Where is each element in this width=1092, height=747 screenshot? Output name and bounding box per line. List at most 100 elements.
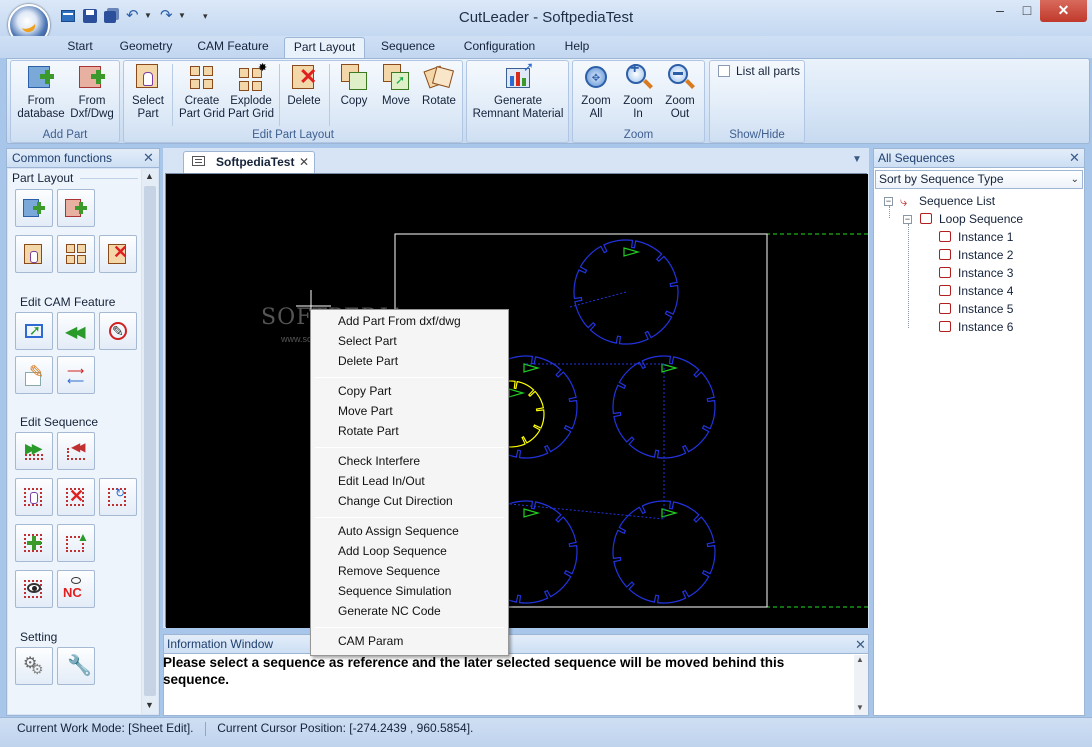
explode-part-grid-button[interactable]: ✸ Explode Part Grid xyxy=(227,62,275,121)
delete-button[interactable]: ✕ Delete xyxy=(283,62,325,108)
section-setting: Setting xyxy=(20,630,58,644)
gears-icon: ⚙ ⚙ xyxy=(23,655,44,677)
tree-instance-6[interactable]: Instance 6 xyxy=(958,318,1013,336)
information-window-close-icon[interactable]: ✕ xyxy=(855,637,866,653)
drawing-canvas[interactable]: SOFTPEDIA www.softpedia.com xyxy=(165,173,868,628)
tree-collapse-icon[interactable]: − xyxy=(884,197,893,206)
tree-instance-4[interactable]: Instance 4 xyxy=(958,282,1013,300)
rewind-cut-tool[interactable]: ◀◀ xyxy=(57,312,95,350)
tab-part-layout[interactable]: Part Layout xyxy=(284,37,365,59)
sequence-simulation-tool[interactable] xyxy=(15,570,53,608)
edit-lead-tool[interactable]: ➚ xyxy=(15,312,53,350)
maximize-button[interactable]: □ xyxy=(1013,0,1041,22)
rotate-button[interactable]: Rotate xyxy=(417,62,461,108)
from-dxf-label-2: Dxf/Dwg xyxy=(70,108,114,120)
scroll-down-icon[interactable]: ▼ xyxy=(145,700,154,710)
delete-part-icon: ✕ xyxy=(107,243,129,265)
menu-sequence-simulation[interactable]: Sequence Simulation xyxy=(338,581,451,601)
tree-instance-2[interactable]: Instance 2 xyxy=(958,246,1013,264)
delete-sequence-tool[interactable]: ✕ xyxy=(57,478,95,516)
copy-label: Copy xyxy=(340,95,368,107)
group-label-add-part: Add Part xyxy=(42,129,88,141)
add-part-database-tool[interactable] xyxy=(15,189,53,227)
sort-sequence-select[interactable]: Sort by Sequence Type ⌄ xyxy=(875,170,1083,189)
close-button[interactable]: ✕ xyxy=(1040,0,1087,22)
edit-cam-param-tool[interactable]: ✎ xyxy=(15,356,53,394)
minimize-button[interactable]: – xyxy=(986,0,1014,22)
tools-setting-tool[interactable]: 🔧 xyxy=(57,647,95,685)
tab-geometry[interactable]: Geometry xyxy=(111,37,181,58)
part-grid-icon xyxy=(65,243,87,265)
tab-help[interactable]: Help xyxy=(556,37,598,58)
menu-separator xyxy=(315,377,504,378)
delete-part-icon: ✕ xyxy=(289,62,319,92)
reorder-sequence-tool[interactable]: ↻ xyxy=(99,478,137,516)
document-tab[interactable]: SoftpediaTest ✕ xyxy=(183,151,315,173)
tree-instance-3[interactable]: Instance 3 xyxy=(958,264,1013,282)
list-all-parts-checkbox[interactable] xyxy=(718,65,730,77)
move-button[interactable]: ➚ Move xyxy=(375,62,417,108)
tree-instance-5[interactable]: Instance 5 xyxy=(958,300,1013,318)
instance-icon xyxy=(939,285,951,296)
scrollbar-thumb[interactable] xyxy=(144,186,156,696)
menu-select-part[interactable]: Select Part xyxy=(338,331,397,351)
tree-loop-sequence[interactable]: Loop Sequence xyxy=(939,210,1023,228)
menu-auto-assign-sequence[interactable]: Auto Assign Sequence xyxy=(338,521,459,541)
simulation-eye-icon xyxy=(23,578,45,600)
document-tab-close-icon[interactable]: ✕ xyxy=(299,155,309,169)
generate-remnant-material-button[interactable]: ➚ Generate Remnant Material xyxy=(468,60,568,121)
menu-generate-nc-code[interactable]: Generate NC Code xyxy=(338,601,441,621)
select-part-button[interactable]: Select Part xyxy=(126,62,170,121)
zoom-all-button[interactable]: ✥ Zoom All xyxy=(575,62,617,121)
tree-collapse-icon[interactable]: − xyxy=(903,215,912,224)
select-sequence-tool[interactable] xyxy=(15,478,53,516)
lead-in-out-icon: ➚ xyxy=(23,320,45,342)
rotate-part-icon xyxy=(423,62,455,92)
settings-tool[interactable]: ⚙ ⚙ xyxy=(15,647,53,685)
tab-start[interactable]: Start xyxy=(57,37,103,58)
zoom-in-label-2: In xyxy=(633,108,643,120)
generate-nc-tool[interactable]: NC xyxy=(57,570,95,608)
menu-rotate-part[interactable]: Rotate Part xyxy=(338,421,399,441)
menu-check-interfere[interactable]: Check Interfere xyxy=(338,451,420,471)
insert-sequence-tool[interactable]: ▲ xyxy=(57,524,95,562)
menu-edit-lead-in-out[interactable]: Edit Lead In/Out xyxy=(338,471,425,491)
remove-cam-feature-tool[interactable]: ✎ xyxy=(99,312,137,350)
menu-add-part-from-dxf[interactable]: Add Part From dxf/dwg xyxy=(338,311,461,331)
add-sequence-tool[interactable] xyxy=(15,524,53,562)
menu-copy-part[interactable]: Copy Part xyxy=(338,381,391,401)
select-part-tool[interactable] xyxy=(15,235,53,273)
menu-remove-sequence[interactable]: Remove Sequence xyxy=(338,561,440,581)
tab-list-dropdown-icon[interactable]: ▼ xyxy=(852,154,862,165)
swap-direction-tool[interactable]: ⟶ ⟵ xyxy=(57,356,95,394)
zoom-out-button[interactable]: Zoom Out xyxy=(659,62,701,121)
all-sequences-close-icon[interactable]: ✕ xyxy=(1069,150,1080,166)
part-grid-tool[interactable] xyxy=(57,235,95,273)
from-dxf-dwg-button[interactable]: From Dxf/Dwg xyxy=(66,62,118,121)
section-part-layout: Part Layout xyxy=(12,171,74,185)
from-database-button[interactable]: From database xyxy=(14,62,68,121)
sequence-backward-tool[interactable]: ◀◀ xyxy=(57,432,95,470)
create-part-grid-button[interactable]: Create Part Grid xyxy=(176,62,228,121)
menu-change-cut-direction[interactable]: Change Cut Direction xyxy=(338,491,453,511)
sequence-forward-tool[interactable]: ▶▶ xyxy=(15,432,53,470)
delete-part-tool[interactable]: ✕ xyxy=(99,235,137,273)
menu-delete-part[interactable]: Delete Part xyxy=(338,351,398,371)
list-all-parts-label[interactable]: List all parts xyxy=(736,64,800,78)
tree-sequence-list[interactable]: Sequence List xyxy=(919,192,995,210)
menu-cam-param[interactable]: CAM Param xyxy=(338,631,403,651)
add-part-dxf-icon xyxy=(65,197,87,219)
tree-instance-1[interactable]: Instance 1 xyxy=(958,228,1013,246)
common-functions-close-icon[interactable]: ✕ xyxy=(143,150,154,166)
information-scrollbar[interactable]: ▲ ▼ xyxy=(854,655,868,715)
menu-move-part[interactable]: Move Part xyxy=(338,401,393,421)
tab-configuration[interactable]: Configuration xyxy=(452,37,547,58)
tab-sequence[interactable]: Sequence xyxy=(373,37,443,58)
scroll-up-icon[interactable]: ▲ xyxy=(145,171,154,181)
menu-add-loop-sequence[interactable]: Add Loop Sequence xyxy=(338,541,447,561)
zoom-in-button[interactable]: + Zoom In xyxy=(617,61,659,121)
instance-icon xyxy=(939,249,951,260)
add-part-dxf-tool[interactable] xyxy=(57,189,95,227)
tab-cam-feature[interactable]: CAM Feature xyxy=(190,37,276,58)
copy-button[interactable]: Copy xyxy=(333,62,375,108)
